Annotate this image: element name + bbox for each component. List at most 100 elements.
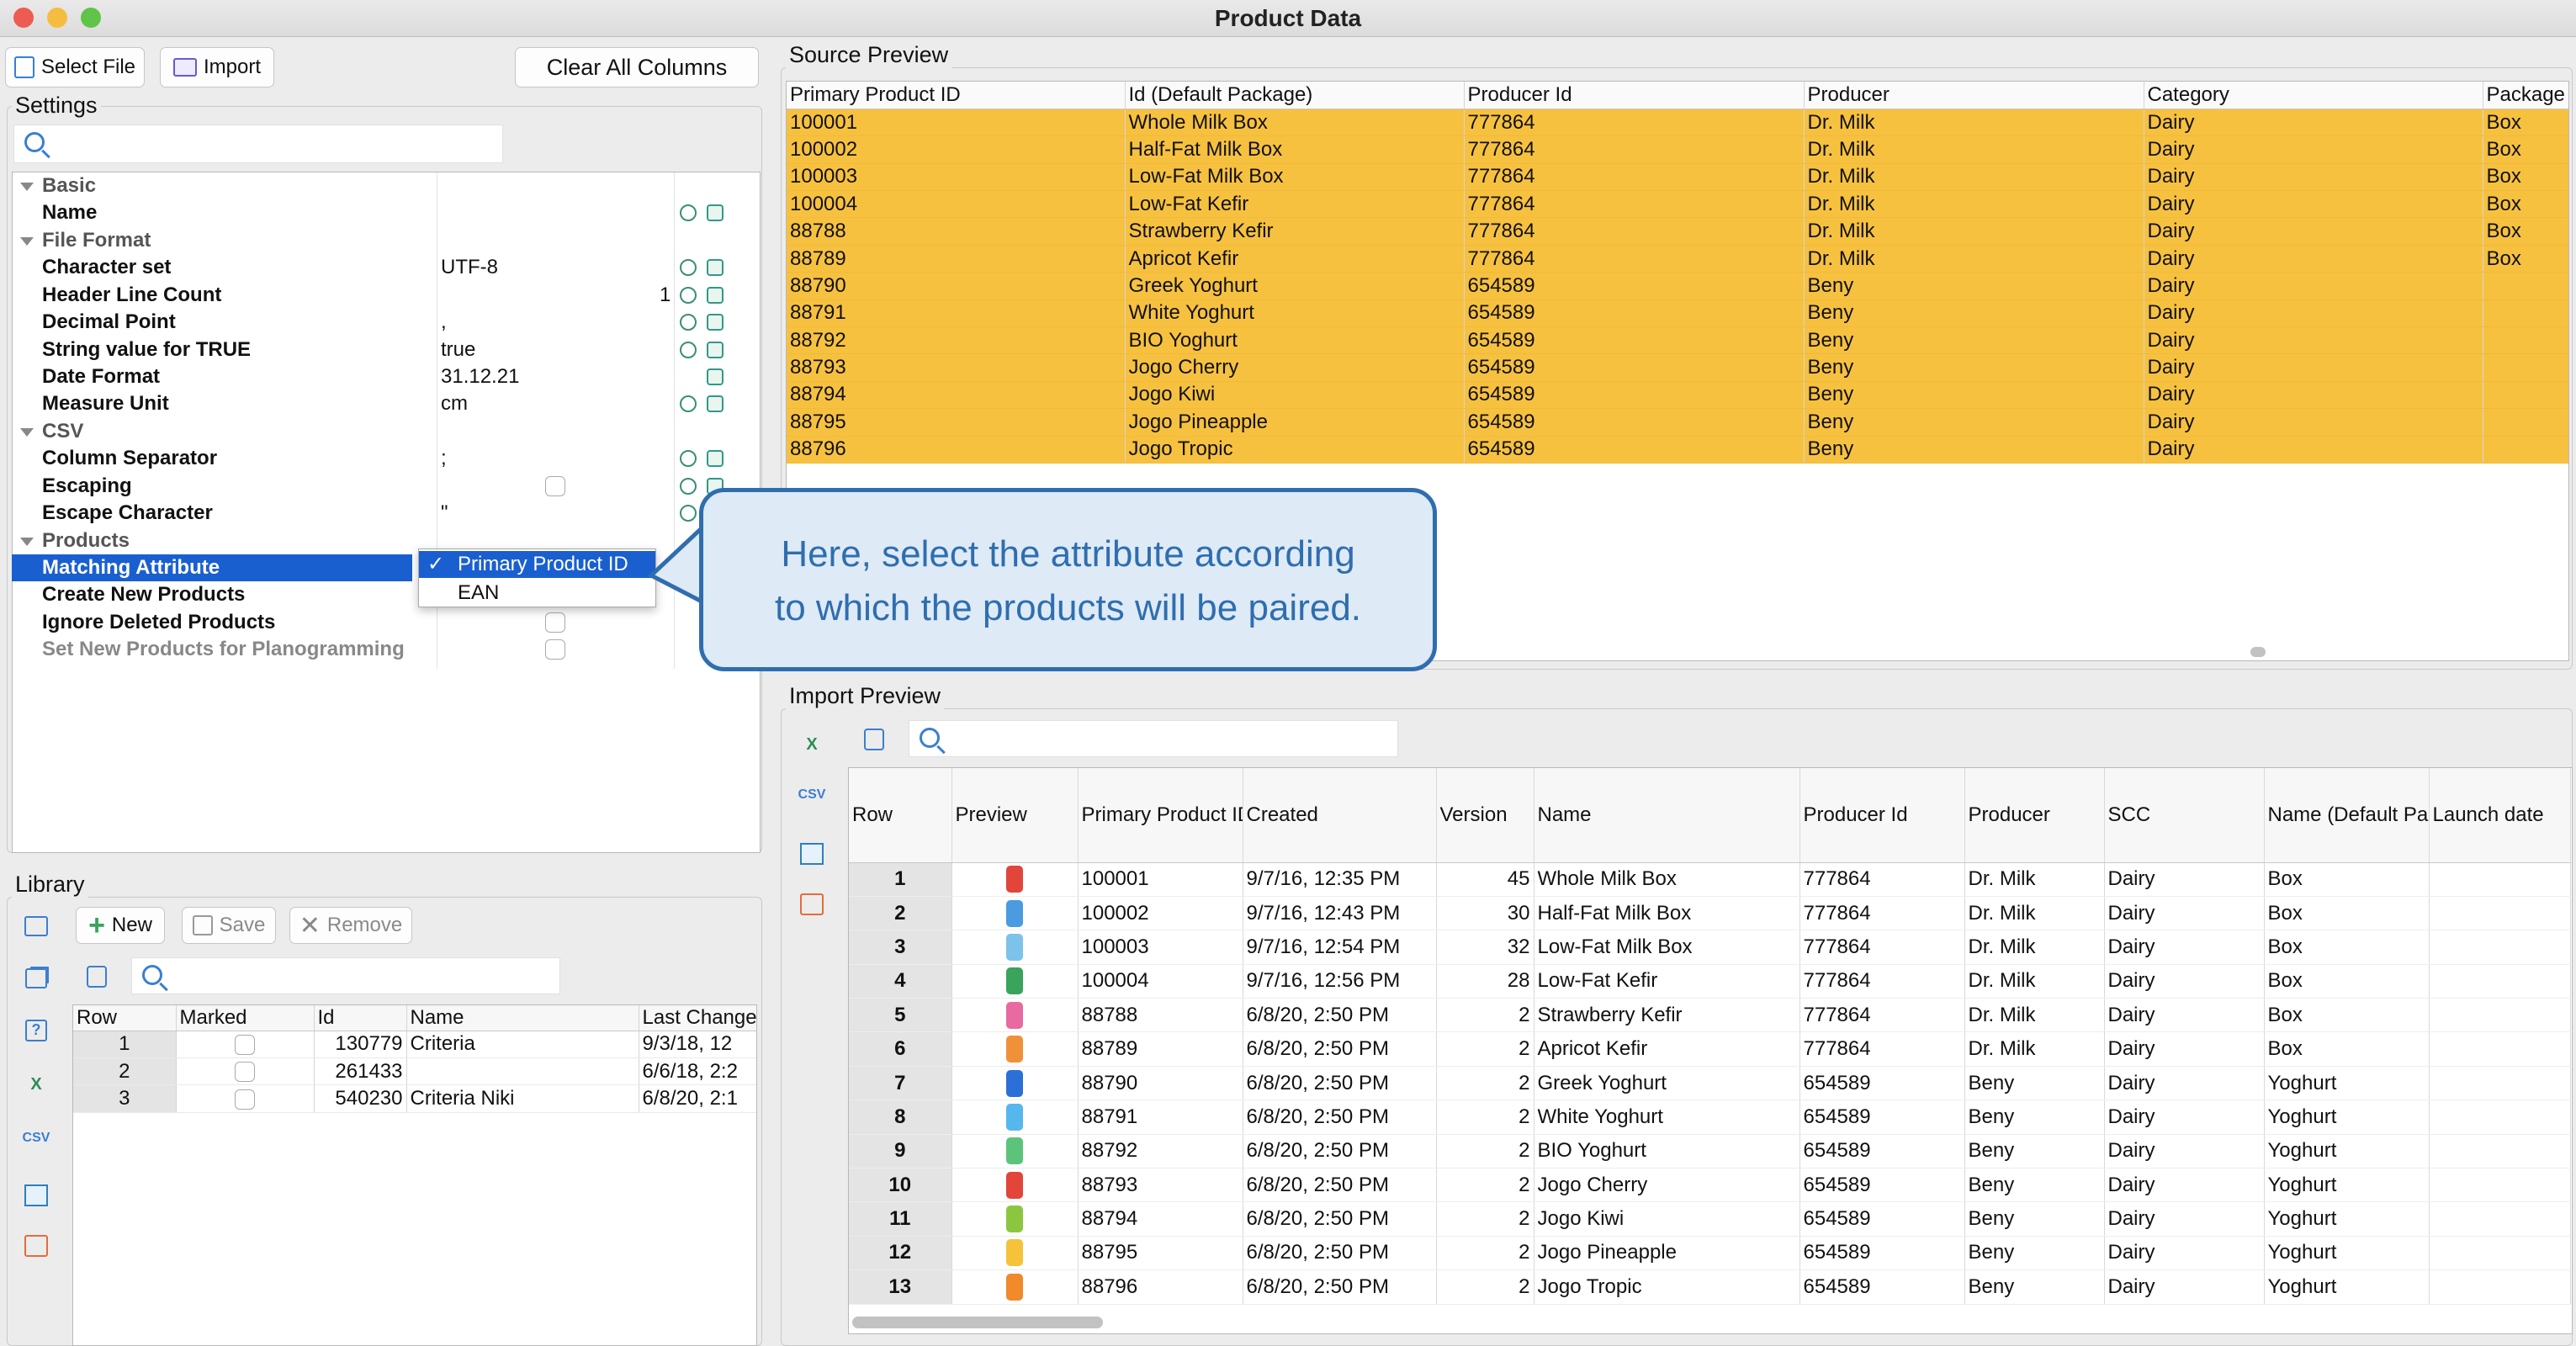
table-row[interactable]: 88792 BIO Yoghurt 654589 Beny Dairy xyxy=(787,326,2568,355)
column-header[interactable]: Producer xyxy=(1964,768,2105,863)
table-row[interactable]: 6 88789 6/8/20, 2:50 PM 2 Apricot Kefir 77786… xyxy=(849,1031,2571,1067)
table-row[interactable]: 100002 Half-Fat Milk Box 777864 Dr. Milk Dai… xyxy=(787,135,2568,164)
table-row[interactable]: 5 88788 6/8/20, 2:50 PM 2 Strawberry Kefir 77… xyxy=(849,998,2571,1033)
setting-row-escape-char[interactable]: Escape Character " xyxy=(12,500,755,527)
excel-export-icon[interactable]: X xyxy=(798,730,826,759)
reset-icon[interactable] xyxy=(680,204,697,221)
reset-icon[interactable] xyxy=(680,259,697,276)
option-primary-product-id[interactable]: ✓ Primary Product ID xyxy=(419,551,655,578)
column-separator-value[interactable]: ; xyxy=(441,445,447,472)
column-header[interactable]: Category xyxy=(2144,82,2483,109)
category-products[interactable]: Products xyxy=(42,527,130,554)
column-header[interactable]: Id (Default Package) xyxy=(1125,82,1465,109)
table-row[interactable]: 100001 Whole Milk Box 777864 Dr. Milk Dairy B… xyxy=(787,109,2568,137)
apply-icon[interactable] xyxy=(707,342,724,358)
column-header[interactable]: Primary Product ID xyxy=(787,82,1126,109)
reset-icon[interactable] xyxy=(680,478,697,495)
table-view-icon[interactable] xyxy=(798,840,826,868)
setting-row-planogramming[interactable]: Set New Products for Planogramming xyxy=(12,636,755,663)
marked-checkbox[interactable] xyxy=(235,1089,255,1110)
true-string-value[interactable]: true xyxy=(441,336,475,363)
apply-icon[interactable] xyxy=(707,287,724,304)
planogramming-checkbox[interactable] xyxy=(545,639,565,660)
library-search-input[interactable] xyxy=(131,957,560,994)
apply-icon[interactable] xyxy=(707,204,724,221)
setting-row-measure-unit[interactable]: Measure Unit cm xyxy=(12,390,755,417)
apply-icon[interactable] xyxy=(707,368,724,385)
table-row[interactable]: 88791 White Yoghurt 654589 Beny Dairy xyxy=(787,299,2568,328)
column-header[interactable]: SCC xyxy=(2104,768,2265,863)
table-row[interactable]: 8 88791 6/8/20, 2:50 PM 2 White Yoghurt 65458… xyxy=(849,1100,2571,1135)
setting-row-date-format[interactable]: Date Format 31.12.21 xyxy=(12,363,755,390)
column-header[interactable]: Marked xyxy=(176,1005,315,1031)
escaping-checkbox[interactable] xyxy=(545,476,565,496)
measure-unit-value[interactable]: cm xyxy=(441,390,468,417)
table-row[interactable]: 9 88792 6/8/20, 2:50 PM 2 BIO Yoghurt 654589 B… xyxy=(849,1134,2571,1169)
reset-icon[interactable] xyxy=(680,342,697,358)
setting-row-matching-attribute[interactable]: Matching Attribute xyxy=(12,554,412,582)
ignore-deleted-checkbox[interactable] xyxy=(545,612,565,633)
setting-row-name[interactable]: Name xyxy=(12,199,755,226)
decimal-point-value[interactable]: , xyxy=(441,309,447,336)
column-header[interactable]: Created xyxy=(1243,768,1437,863)
table-row[interactable]: 2 261433 6/6/18, 2:2 xyxy=(73,1057,756,1086)
category-csv[interactable]: CSV xyxy=(42,418,83,445)
select-all-icon[interactable] xyxy=(22,912,50,941)
column-header[interactable]: Name xyxy=(1534,768,1800,863)
table-row[interactable]: 1 100001 9/7/16, 12:35 PM 45 Whole Milk Box 7… xyxy=(849,862,2571,897)
setting-row-header-lines[interactable]: Header Line Count 1 xyxy=(12,282,755,309)
duplicate-icon[interactable] xyxy=(22,964,50,993)
category-basic[interactable]: Basic xyxy=(42,172,96,199)
table-row[interactable]: 1 130779 Criteria 9/3/18, 12 xyxy=(73,1031,756,1058)
apply-icon[interactable] xyxy=(707,314,724,331)
table-row[interactable]: 100004 Low-Fat Kefir 777864 Dr. Milk Dairy Bo… xyxy=(787,190,2568,219)
reset-icon[interactable] xyxy=(680,450,697,467)
column-header[interactable]: Version xyxy=(1436,768,1534,863)
column-header[interactable]: Name (Default Package) xyxy=(2264,768,2430,863)
setting-row-column-separator[interactable]: Column Separator; xyxy=(12,445,755,472)
table-row[interactable]: 88795 Jogo Pineapple 654589 Beny Dairy xyxy=(787,408,2568,437)
category-file-format[interactable]: File Format xyxy=(42,227,151,254)
clear-all-columns-button[interactable]: Clear All Columns xyxy=(515,47,759,87)
setting-row-escaping[interactable]: Escaping xyxy=(12,473,755,500)
apply-icon[interactable] xyxy=(707,450,724,467)
import-h-scrollbar[interactable] xyxy=(852,1317,1103,1328)
clear-filter-icon[interactable] xyxy=(860,725,888,754)
apply-icon[interactable] xyxy=(707,259,724,276)
reset-icon[interactable] xyxy=(680,314,697,331)
source-h-scrollbar[interactable] xyxy=(2250,647,2266,657)
table-row[interactable]: 2 100002 9/7/16, 12:43 PM 30 Half-Fat Milk B… xyxy=(849,896,2571,931)
option-ean[interactable]: EAN xyxy=(419,580,655,607)
column-header[interactable]: Id xyxy=(314,1005,407,1031)
table-view-icon[interactable] xyxy=(22,1181,50,1210)
column-header[interactable]: Primary Product ID xyxy=(1078,768,1243,863)
setting-row-ignore-deleted[interactable]: Ignore Deleted Products xyxy=(12,609,755,636)
table-row[interactable]: 100003 Low-Fat Milk Box 777864 Dr. Milk Dair… xyxy=(787,163,2568,192)
reset-icon[interactable] xyxy=(680,395,697,412)
column-header[interactable]: Producer Id xyxy=(1799,768,1965,863)
help-icon[interactable]: ? xyxy=(22,1016,50,1045)
column-header[interactable]: Producer Id xyxy=(1464,82,1805,109)
select-file-button[interactable]: Select File xyxy=(5,47,145,87)
marked-checkbox[interactable] xyxy=(235,1062,255,1083)
column-header[interactable]: Preview xyxy=(951,768,1079,863)
import-button[interactable]: Import xyxy=(160,47,274,87)
header-lines-value[interactable]: 1 xyxy=(660,282,671,309)
column-header[interactable]: Producer xyxy=(1804,82,2144,109)
table-row[interactable]: 12 88795 6/8/20, 2:50 PM 2 Jogo Pineapple 654… xyxy=(849,1236,2571,1271)
table-row[interactable]: 88788 Strawberry Kefir 777864 Dr. Milk Dairy… xyxy=(787,217,2568,246)
chart-icon[interactable] xyxy=(798,890,826,919)
import-search-input[interactable] xyxy=(909,720,1398,757)
csv-export-icon[interactable]: CSV xyxy=(22,1124,50,1153)
table-row[interactable]: 88794 Jogo Kiwi 654589 Beny Dairy xyxy=(787,381,2568,410)
table-row[interactable]: 13 88796 6/8/20, 2:50 PM 2 Jogo Tropic 654589… xyxy=(849,1269,2571,1305)
table-row[interactable]: 3 100003 9/7/16, 12:54 PM 32 Low-Fat Milk Bo… xyxy=(849,930,2571,965)
table-row[interactable]: 88796 Jogo Tropic 654589 Beny Dairy xyxy=(787,436,2568,464)
table-row[interactable]: 10 88793 6/8/20, 2:50 PM 2 Jogo Cherry 654589… xyxy=(849,1168,2571,1203)
setting-row-charset[interactable]: Character set UTF-8 xyxy=(12,254,755,281)
column-header[interactable]: Name xyxy=(406,1005,639,1031)
table-row[interactable]: 88793 Jogo Cherry 654589 Beny Dairy xyxy=(787,353,2568,382)
marked-checkbox[interactable] xyxy=(235,1034,255,1055)
remove-button[interactable]: ✕ Remove xyxy=(289,907,412,944)
reset-icon[interactable] xyxy=(680,287,697,304)
